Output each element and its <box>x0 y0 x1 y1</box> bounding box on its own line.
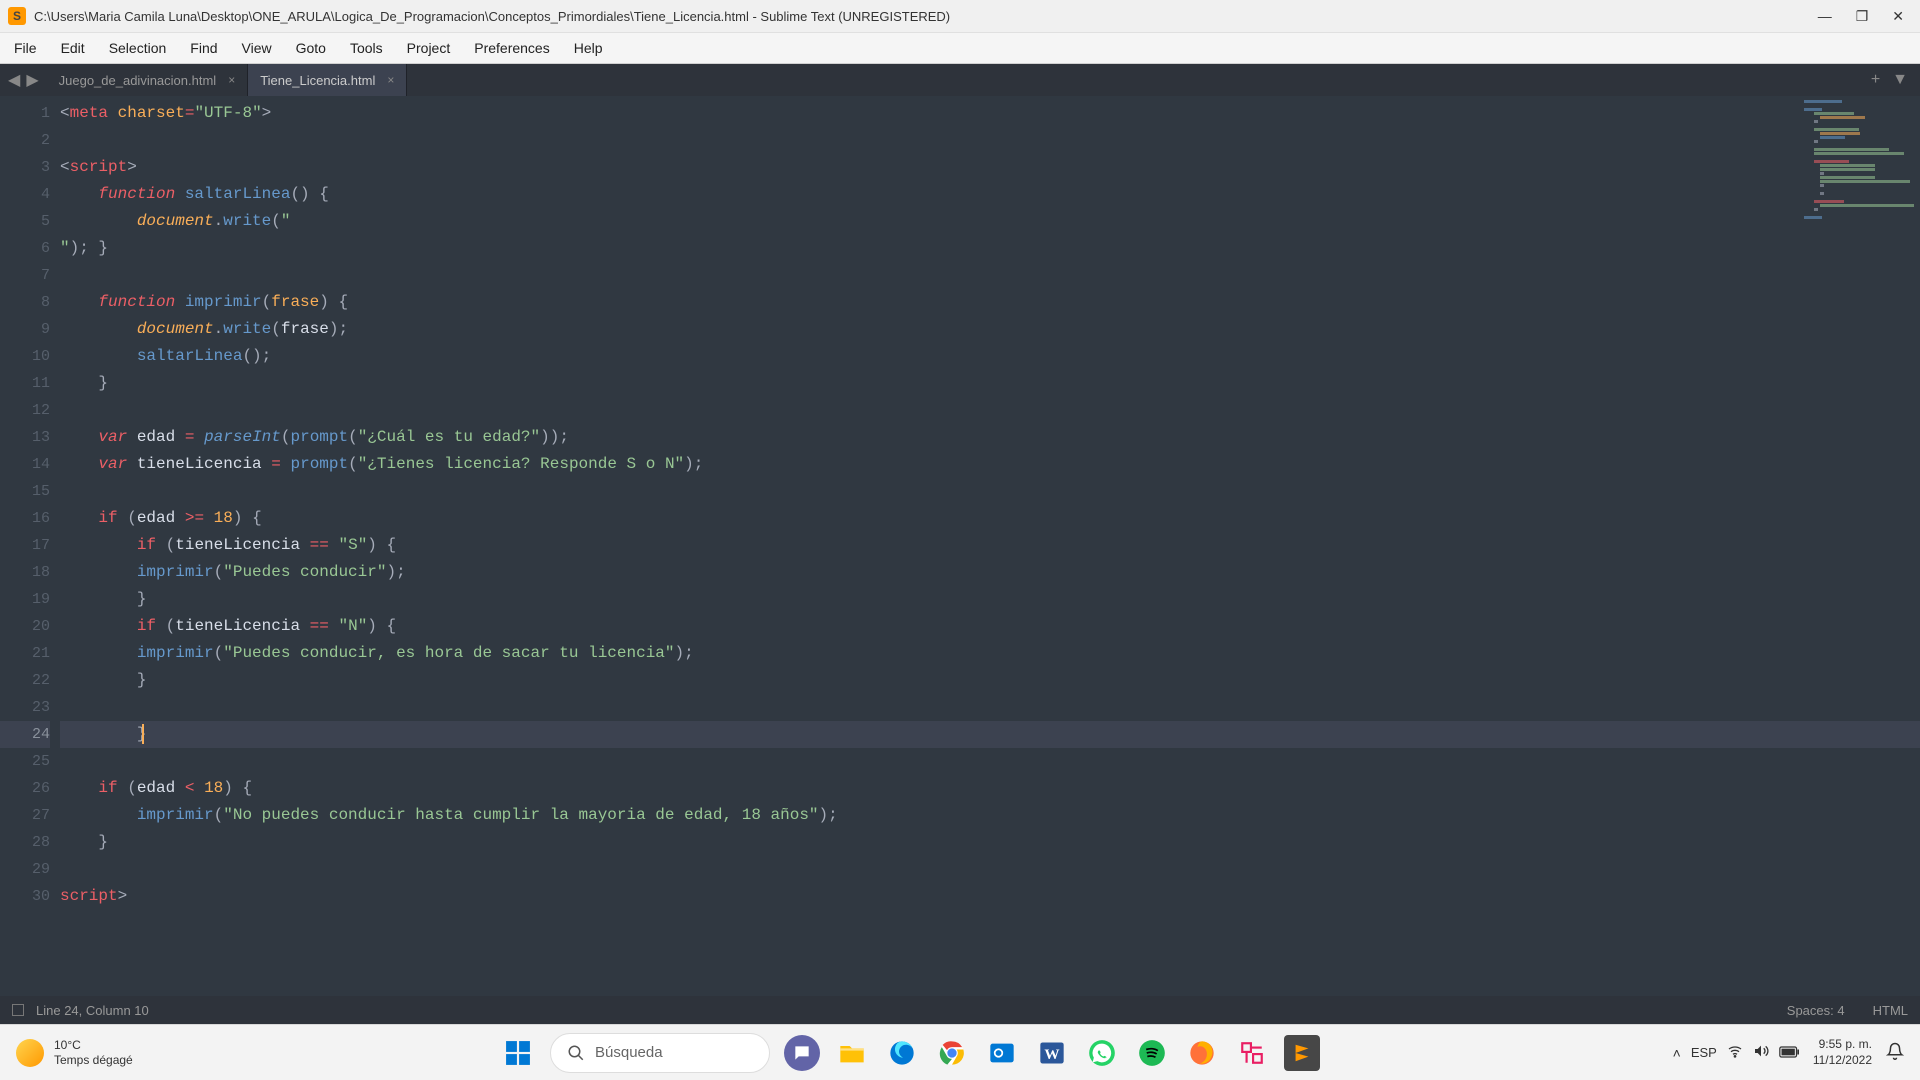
menu-tools[interactable]: Tools <box>338 36 395 60</box>
menu-goto[interactable]: Goto <box>284 36 338 60</box>
status-syntax[interactable]: HTML <box>1873 1003 1908 1018</box>
svg-text:W: W <box>1044 1045 1059 1062</box>
weather-temp: 10°C <box>54 1038 133 1052</box>
taskbar-spotify-icon[interactable] <box>1134 1035 1170 1071</box>
line-number-gutter: 1234567891011121314151617181920212223242… <box>0 96 60 996</box>
taskbar-date: 11/12/2022 <box>1813 1053 1872 1069</box>
tab-close-icon[interactable]: × <box>228 73 235 87</box>
statusbar-checkbox[interactable] <box>12 1004 24 1016</box>
taskbar-sublime-icon[interactable] <box>1284 1035 1320 1071</box>
tab-menu-icon[interactable]: ▼ <box>1892 71 1908 89</box>
menu-edit[interactable]: Edit <box>49 36 97 60</box>
taskbar-time: 9:55 p. m. <box>1819 1037 1872 1053</box>
taskbar-search[interactable]: Búsqueda <box>550 1033 770 1073</box>
menu-selection[interactable]: Selection <box>97 36 179 60</box>
taskbar-explorer-icon[interactable] <box>834 1035 870 1071</box>
taskbar-whatsapp-icon[interactable] <box>1084 1035 1120 1071</box>
systray-notifications-icon[interactable] <box>1886 1042 1904 1063</box>
taskbar-outlook-icon[interactable] <box>984 1035 1020 1071</box>
minimize-button[interactable]: — <box>1818 8 1832 24</box>
tab-label: Juego_de_adivinacion.html <box>59 73 217 88</box>
tab-tiene-licencia[interactable]: Tiene_Licencia.html × <box>248 64 407 96</box>
taskbar-start-button[interactable] <box>500 1035 536 1071</box>
menu-project[interactable]: Project <box>395 36 463 60</box>
tab-nav-next-icon[interactable]: ▶ <box>26 70 38 90</box>
weather-desc: Temps dégagé <box>54 1053 133 1067</box>
taskbar-firefox-icon[interactable] <box>1184 1035 1220 1071</box>
menu-view[interactable]: View <box>230 36 284 60</box>
status-bar: Line 24, Column 10 Spaces: 4 HTML <box>0 996 1920 1024</box>
tab-add-icon[interactable]: + <box>1871 71 1880 89</box>
window-title: C:\Users\Maria Camila Luna\Desktop\ONE_A… <box>34 9 1818 24</box>
taskbar-chat-icon[interactable] <box>784 1035 820 1071</box>
systray-language[interactable]: ESP <box>1691 1045 1717 1060</box>
minimap[interactable] <box>1804 100 1914 240</box>
tab-juego[interactable]: Juego_de_adivinacion.html × <box>47 64 249 96</box>
tab-nav-prev-icon[interactable]: ◀ <box>8 70 20 90</box>
taskbar-chrome-icon[interactable] <box>934 1035 970 1071</box>
status-position: Line 24, Column 10 <box>36 1003 149 1018</box>
systray-wifi-icon[interactable] <box>1727 1043 1743 1062</box>
taskbar-snip-icon[interactable] <box>1234 1035 1270 1071</box>
weather-moon-icon <box>16 1039 44 1067</box>
tab-close-icon[interactable]: × <box>387 73 394 87</box>
editor-area[interactable]: 1234567891011121314151617181920212223242… <box>0 96 1920 996</box>
taskbar-edge-icon[interactable] <box>884 1035 920 1071</box>
status-spaces[interactable]: Spaces: 4 <box>1787 1003 1845 1018</box>
tab-bar: ◀ ▶ Juego_de_adivinacion.html × Tiene_Li… <box>0 64 1920 96</box>
systray-battery-icon[interactable] <box>1779 1045 1799 1061</box>
menu-preferences[interactable]: Preferences <box>462 36 561 60</box>
search-icon <box>567 1044 585 1062</box>
systray-volume-icon[interactable] <box>1753 1043 1769 1062</box>
taskbar-weather[interactable]: 10°C Temps dégagé <box>16 1038 216 1067</box>
close-button[interactable]: ✕ <box>1892 8 1904 25</box>
maximize-button[interactable]: ❐ <box>1856 8 1869 25</box>
window-titlebar: S C:\Users\Maria Camila Luna\Desktop\ONE… <box>0 0 1920 32</box>
code-content[interactable]: <meta charset="UTF-8"> <script> function… <box>60 96 1920 996</box>
menu-help[interactable]: Help <box>562 36 615 60</box>
systray-chevron-icon[interactable]: ˄ <box>1673 1045 1681 1061</box>
taskbar-datetime[interactable]: 9:55 p. m. 11/12/2022 <box>1813 1037 1872 1068</box>
app-icon: S <box>8 7 26 25</box>
menu-bar: File Edit Selection Find View Goto Tools… <box>0 32 1920 64</box>
menu-find[interactable]: Find <box>178 36 229 60</box>
search-placeholder: Búsqueda <box>595 1044 663 1061</box>
windows-taskbar: 10°C Temps dégagé Búsqueda W <box>0 1024 1920 1080</box>
menu-file[interactable]: File <box>2 36 49 60</box>
tab-label: Tiene_Licencia.html <box>260 73 375 88</box>
taskbar-word-icon[interactable]: W <box>1034 1035 1070 1071</box>
